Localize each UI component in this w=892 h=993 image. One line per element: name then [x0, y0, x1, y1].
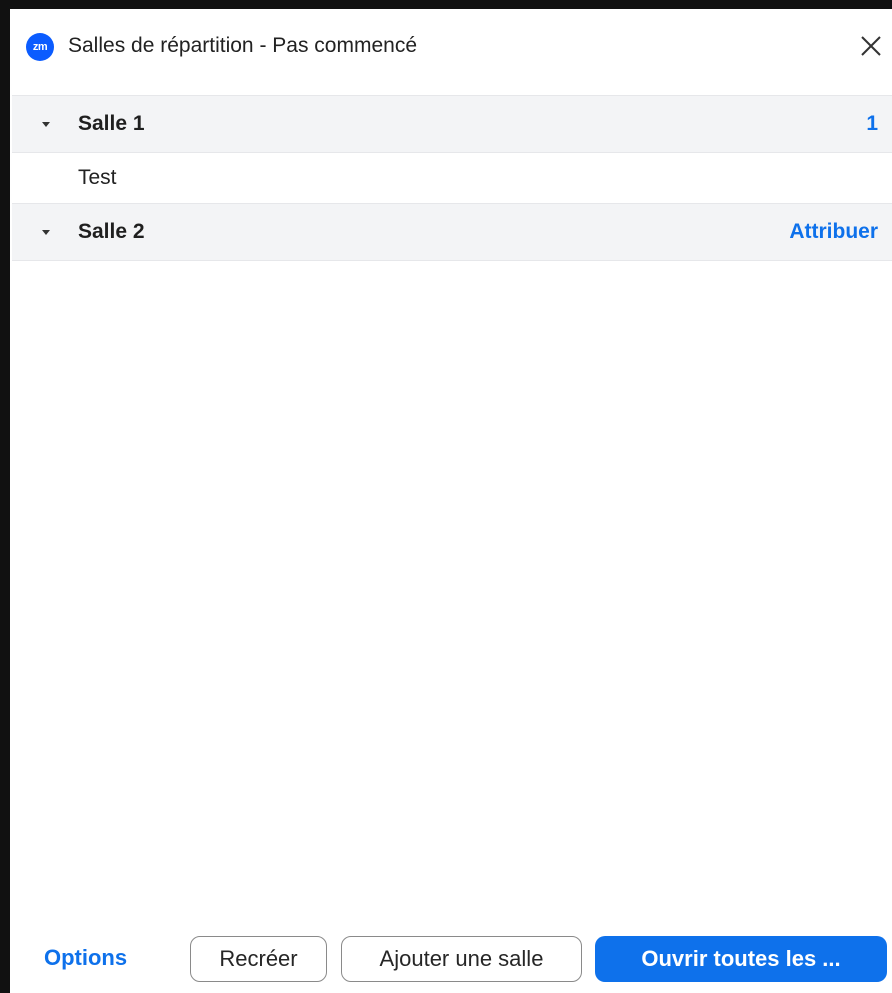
window-border-left	[0, 0, 10, 993]
room-name: Salle 1	[78, 112, 145, 135]
options-link[interactable]: Options	[44, 945, 127, 971]
add-room-button[interactable]: Ajouter une salle	[341, 936, 582, 982]
breakout-rooms-dialog: zm Salles de répartition - Pas commencé …	[10, 9, 892, 993]
dialog-footer: Options Recréer Ajouter une salle Ouvrir…	[10, 926, 892, 993]
room-row-salle-2[interactable]: Salle 2 Attribuer	[12, 203, 892, 261]
app-logo-text: zm	[32, 41, 48, 53]
breakout-rooms-window-frame: zm Salles de répartition - Pas commencé …	[0, 0, 892, 993]
close-icon	[861, 36, 881, 56]
room-row-salle-1[interactable]: Salle 1 1	[12, 95, 892, 153]
open-all-rooms-button[interactable]: Ouvrir toutes les ...	[595, 936, 887, 982]
recreate-button[interactable]: Recréer	[190, 936, 327, 982]
room-name: Salle 2	[78, 220, 145, 243]
zoom-app-icon: zm	[26, 33, 54, 61]
window-border-top	[0, 0, 892, 9]
close-button[interactable]	[854, 29, 888, 63]
rooms-list: Salle 1 1 Test Salle 2 Attribuer	[12, 95, 892, 261]
participant-row[interactable]: Test	[12, 153, 892, 203]
room-participant-count: 1	[866, 112, 878, 135]
participant-name: Test	[78, 166, 117, 189]
caret-down-icon[interactable]	[42, 230, 50, 235]
caret-down-icon[interactable]	[42, 122, 50, 127]
window-title: Salles de répartition - Pas commencé	[68, 34, 417, 57]
title-bar: zm Salles de répartition - Pas commencé	[10, 9, 892, 95]
assign-link[interactable]: Attribuer	[789, 220, 878, 244]
